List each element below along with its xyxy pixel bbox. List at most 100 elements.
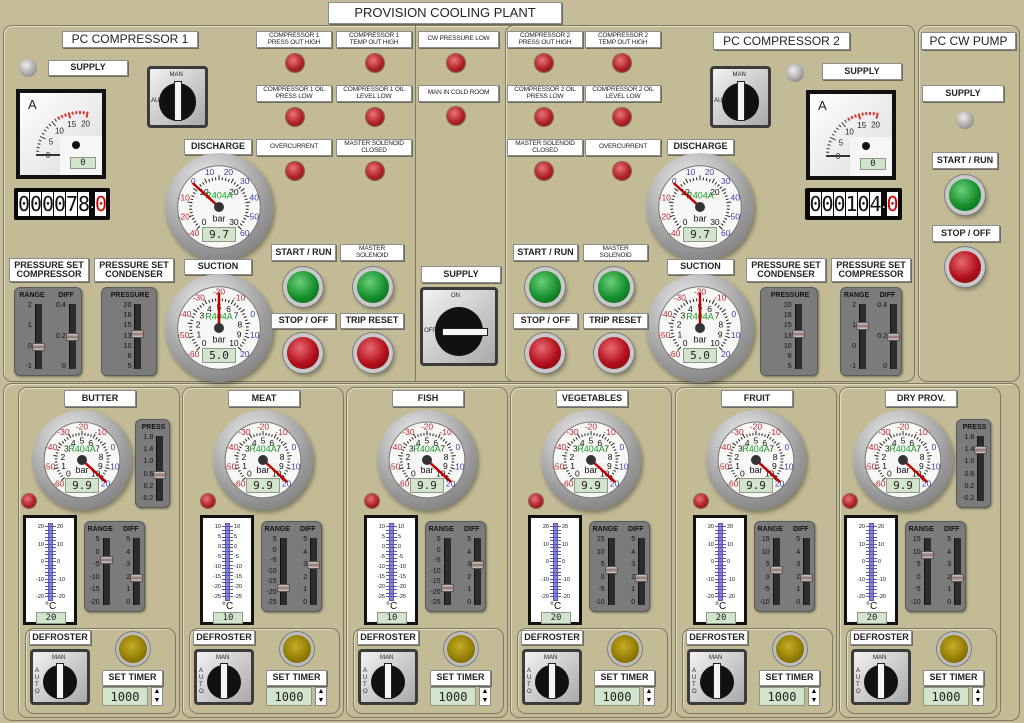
thermometer-tick [222, 568, 233, 569]
thermometer-scale-right: -20 [562, 594, 570, 600]
thermometer-readout: 10 [213, 612, 243, 624]
counter-digit: 4 [869, 192, 882, 216]
compressor1-mode-switch[interactable]: MAN AUT [147, 66, 208, 128]
room-dry-prov-defroster-switch[interactable]: MAN AUTO [851, 649, 911, 705]
diff-slider-handle[interactable] [130, 573, 144, 582]
room-vegetables-timer-input[interactable]: 1000 [594, 687, 640, 706]
room-fruit-timer-input[interactable]: 1000 [759, 687, 805, 706]
range-slider-handle[interactable] [276, 584, 290, 593]
timer-up-arrow-icon[interactable]: ▲ [809, 688, 819, 696]
thermometer-tick [386, 526, 397, 527]
room-meat-defroster-lamp [283, 635, 311, 663]
range-slider-handle[interactable] [440, 584, 454, 593]
diff-slider-handle[interactable] [886, 332, 900, 341]
gauge-tick [105, 452, 109, 454]
knob-pointer [56, 662, 64, 700]
diff-scale-label: 0 [126, 599, 131, 606]
thermometer-scale-right: 10 [398, 524, 405, 530]
press-slider-handle[interactable] [974, 446, 988, 455]
pressure-slider-handle[interactable] [791, 330, 805, 339]
compressor2-start-run-button[interactable] [529, 271, 561, 303]
compressor2-trip-reset-button[interactable] [598, 337, 630, 369]
room-fish-timer-input[interactable]: 1000 [430, 687, 476, 706]
timer-down-arrow-icon[interactable]: ▼ [316, 697, 326, 705]
gauge-outer-tick-label: -40 [187, 228, 200, 238]
pressure-slider-handle[interactable] [131, 330, 145, 339]
gauge-outer-tick-label: 10 [205, 167, 215, 177]
thermometer-tick [45, 536, 56, 538]
compressor2-mode-switch[interactable]: MAN AUT [710, 66, 771, 128]
diff-slider-handle[interactable] [800, 573, 814, 582]
diff-slider-handle[interactable] [635, 573, 649, 582]
timer-down-arrow-icon[interactable]: ▼ [152, 697, 162, 705]
diff-slider-handle[interactable] [307, 561, 321, 570]
room-butter-defroster-switch[interactable]: MAN AUTO [30, 649, 90, 705]
thermometer-scale-left: -10 [541, 576, 549, 583]
compressor1-start-run-button[interactable] [287, 271, 319, 303]
range-scale-label: -5 [270, 557, 277, 564]
thermometer-tick [45, 582, 56, 583]
press-slider-handle[interactable] [153, 470, 167, 479]
counter-digit: 8 [78, 192, 90, 216]
thermometer-scale-right: 10 [562, 541, 569, 548]
compressor2-master-solenoid-button[interactable] [598, 271, 630, 303]
room-butter-timer-input[interactable]: 1000 [102, 687, 148, 706]
gauge-tick [55, 464, 58, 466]
range-slider-handle[interactable] [920, 551, 934, 560]
compressor2-stop-off-button[interactable] [529, 337, 561, 369]
compressor1-alarm-label: MASTER SOLENOID CLOSED [336, 139, 412, 156]
gauge-tick [451, 464, 454, 466]
range-slider-handle[interactable] [769, 566, 783, 575]
room-meat-defroster-switch[interactable]: MAN AUTO [194, 649, 254, 705]
compressor1-trip-reset-button[interactable] [357, 337, 389, 369]
counter-digit: 0 [809, 192, 822, 216]
ammeter-tick [831, 133, 835, 136]
thermometer-tick [866, 554, 877, 555]
timer-up-arrow-icon[interactable]: ▲ [480, 688, 490, 696]
timer-down-arrow-icon[interactable]: ▼ [809, 697, 819, 705]
thermometer-tick [386, 568, 397, 569]
compressor1-master-solenoid-button[interactable] [357, 271, 389, 303]
gauge-outer-tick-label: -30 [57, 427, 70, 437]
ammeter-tick [857, 113, 862, 120]
diff-slider-handle[interactable] [471, 561, 485, 570]
gauge-outer-tick-label: -10 [178, 193, 191, 203]
compressor1-master-solenoid-label: MASTER SOLENOID [340, 244, 404, 261]
diff-slider-handle[interactable] [65, 332, 79, 341]
timer-up-arrow-icon[interactable]: ▲ [152, 688, 162, 696]
thermometer-scale-left: -25 [377, 594, 385, 600]
timer-up-arrow-icon[interactable]: ▲ [973, 688, 983, 696]
range-slider-handle[interactable] [604, 566, 618, 575]
room-fruit-defroster-switch[interactable]: MAN AUTO [687, 649, 747, 705]
press-scale-label: 0.6 [964, 470, 975, 478]
timer-down-arrow-icon[interactable]: ▼ [480, 697, 490, 705]
gauge-outer-tick-label: 40 [731, 193, 741, 203]
gauge-tick [189, 332, 193, 335]
range-slider-handle[interactable] [99, 556, 113, 565]
thermometer-scale-left: -10 [706, 576, 714, 583]
room-meat-timer-input[interactable]: 1000 [266, 687, 312, 706]
room-dry-prov-timer-input[interactable]: 1000 [923, 687, 969, 706]
cw-pump-supply-label: SUPPLY [922, 85, 1004, 102]
thermometer-tick [866, 533, 877, 534]
timer-up-arrow-icon[interactable]: ▲ [316, 688, 326, 696]
compressor1-pressure-set-compressor-sliders: RANGE 2 1 0 -1 DIFF 0.4 0.2 0 [14, 287, 82, 376]
room-vegetables-defroster-switch[interactable]: MAN AUTO [522, 649, 582, 705]
cw-pump-start-run-button[interactable] [949, 179, 981, 211]
timer-down-arrow-icon[interactable]: ▼ [644, 697, 654, 705]
range-slider-handle[interactable] [855, 322, 869, 331]
range-slider-handle[interactable] [31, 342, 45, 351]
gauge-outer-tick-label: 10 [731, 330, 741, 340]
timer-up-arrow-icon[interactable]: ▲ [644, 688, 654, 696]
press-track [156, 436, 164, 501]
diff-slider-handle[interactable] [951, 573, 965, 582]
room-fish-thermometer: 10 10 5 5 0 0 -5 -5 -10 -10 -15 -15 -20 -20 -25 -25 °C 10 [364, 515, 418, 625]
main-supply-switch[interactable]: ON OFF [420, 287, 498, 366]
pressure-scale-label: 13 [123, 332, 132, 340]
timer-down-arrow-icon[interactable]: ▼ [973, 697, 983, 705]
room-fish-defroster-switch[interactable]: MAN AUTO [358, 649, 418, 705]
compressor1-stop-off-button[interactable] [287, 337, 319, 369]
ammeter-face: 05101520A0 [20, 93, 102, 175]
cw-pump-stop-off-button[interactable] [949, 251, 981, 283]
thermometer-scale-right: 0 [57, 559, 61, 565]
